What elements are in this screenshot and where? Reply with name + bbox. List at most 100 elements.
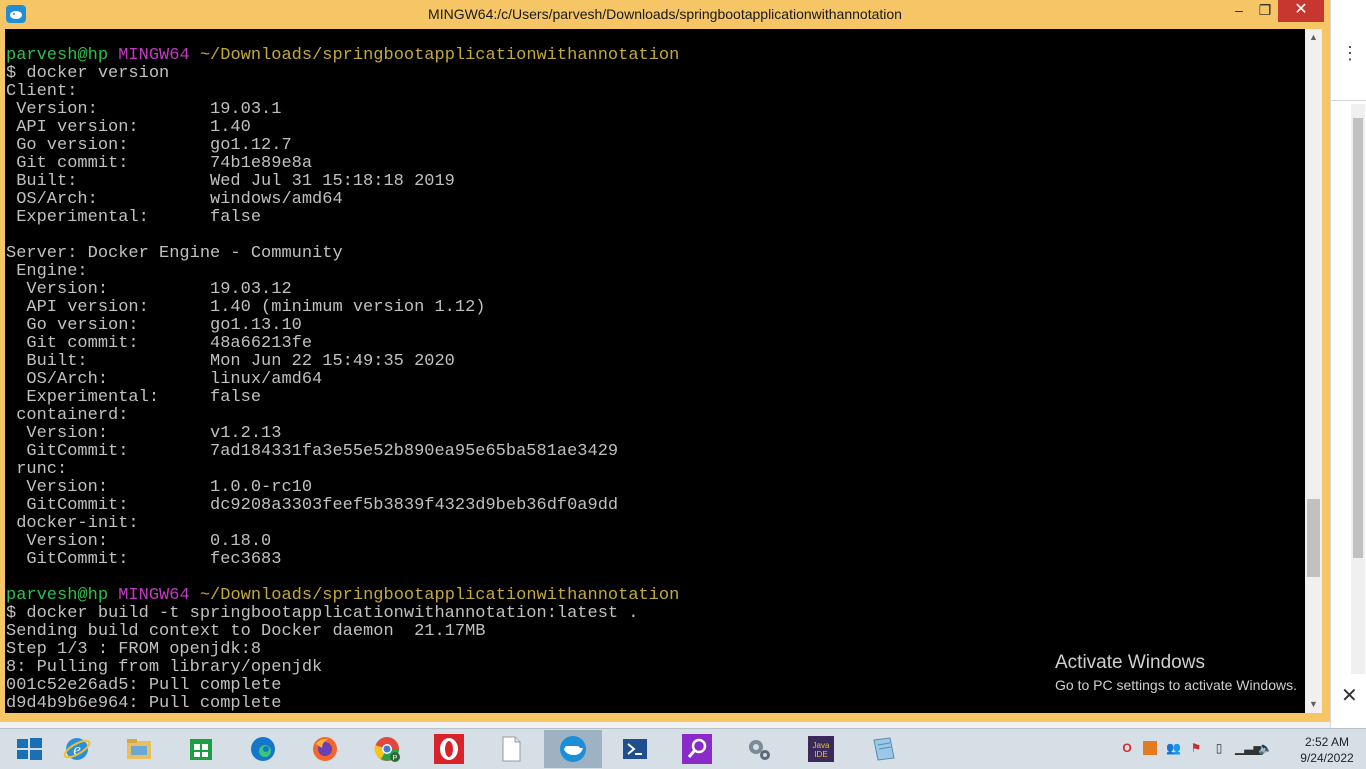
terminal-line: Experimental: false: [6, 208, 262, 227]
taskbar-chrome[interactable]: P: [358, 730, 416, 768]
terminal-line: 001c52e26ad5: Pull complete: [6, 676, 282, 695]
gear-icon: [744, 734, 774, 764]
taskbar-docker[interactable]: [544, 730, 602, 768]
svg-text:P: P: [393, 755, 398, 762]
taskbar-search[interactable]: [668, 730, 726, 768]
terminal-line: Step 1/3 : FROM openjdk:8: [6, 640, 262, 659]
prompt-host: MINGW64: [118, 46, 190, 65]
title-bar[interactable]: MINGW64:/c/Users/parvesh/Downloads/sprin…: [0, 0, 1330, 29]
clock[interactable]: 2:52 AM 9/24/2022: [1292, 734, 1362, 766]
chrome-icon: P: [372, 734, 402, 764]
document-icon: [496, 734, 526, 764]
watermark-title: Activate Windows: [1055, 652, 1205, 673]
terminal-line: Server: Docker Engine - Community: [6, 244, 343, 263]
people-tray-icon[interactable]: 👥: [1166, 741, 1181, 755]
store-icon: [186, 734, 216, 764]
taskbar: e P Java IDE O 👥 ⚑ ▯ ▁▃▅ 🔈 2:52 AM 9/24/202…: [0, 728, 1366, 769]
battery-tray-icon[interactable]: ▯: [1212, 741, 1226, 755]
terminal-line: Built: Wed Jul 31 15:18:18 2019: [6, 172, 455, 191]
taskbar-internet-explorer[interactable]: e: [48, 730, 106, 768]
taskbar-opera[interactable]: [420, 730, 478, 768]
terminal-line: Version: 19.03.1: [6, 100, 282, 119]
prompt-user: parvesh@hp: [6, 586, 109, 605]
scroll-down-arrow-icon[interactable]: ▼: [1305, 696, 1322, 713]
windows-logo-icon: [14, 734, 44, 764]
background-scrollbar-thumb[interactable]: [1353, 118, 1363, 558]
taskbar-notepad[interactable]: [854, 730, 912, 768]
terminal-line: Built: Mon Jun 22 15:49:35 2020: [6, 352, 455, 371]
svg-text:IDE: IDE: [814, 750, 827, 759]
file-explorer-icon: [124, 734, 154, 764]
taskbar-file-explorer[interactable]: [110, 730, 168, 768]
taskbar-store[interactable]: [172, 730, 230, 768]
terminal-line: Client:: [6, 82, 78, 101]
taskbar-settings[interactable]: [730, 730, 788, 768]
terminal-line: d9d4b9b6e964: Pull complete: [6, 694, 282, 713]
internet-explorer-icon: e: [62, 734, 92, 764]
terminal-line: Version: 1.0.0-rc10: [6, 478, 313, 497]
terminal-line: GitCommit: fec3683: [6, 550, 282, 569]
volume-tray-icon[interactable]: 🔈: [1258, 741, 1273, 755]
maximize-button[interactable]: ❐: [1252, 0, 1278, 22]
terminal-line: Engine:: [6, 262, 88, 281]
edge-icon: [248, 734, 278, 764]
terminal-output[interactable]: parvesh@hp MINGW64 ~/Downloads/springboo…: [5, 29, 1305, 713]
terminal-prompt-line: parvesh@hp MINGW64 ~/Downloads/springboo…: [6, 587, 679, 605]
window-title: MINGW64:/c/Users/parvesh/Downloads/sprin…: [428, 6, 902, 22]
terminal-line: docker-init:: [6, 514, 139, 533]
scrollbar-thumb[interactable]: [1307, 499, 1320, 577]
search-icon: [682, 734, 712, 764]
clock-date: 9/24/2022: [1300, 751, 1354, 765]
terminal-line: Version: 0.18.0: [6, 532, 272, 551]
opera-tray-icon[interactable]: O: [1120, 741, 1134, 755]
prompt-path: ~/Downloads/springbootapplicationwithann…: [199, 46, 680, 65]
docker-icon: [558, 734, 588, 764]
powershell-icon: [620, 734, 650, 764]
vertical-scrollbar[interactable]: ▲ ▼: [1305, 29, 1322, 713]
terminal-line: $ docker build -t springbootapplicationw…: [6, 604, 639, 623]
prompt-user: parvesh@hp: [6, 46, 109, 65]
terminal-line: OS/Arch: windows/amd64: [6, 190, 343, 209]
terminal-line: 8: Pulling from library/openjdk: [6, 658, 323, 677]
close-icon[interactable]: ✕: [1341, 686, 1358, 706]
terminal-line: runc:: [6, 460, 68, 479]
flag-tray-icon[interactable]: ⚑: [1189, 741, 1203, 755]
javaee-ide-icon: Java IDE: [806, 734, 836, 764]
java-tray-icon[interactable]: [1143, 741, 1157, 755]
terminal-window: MINGW64:/c/Users/parvesh/Downloads/sprin…: [0, 0, 1330, 722]
terminal-line: Go version: go1.13.10: [6, 316, 302, 335]
terminal-line: Version: v1.2.13: [6, 424, 282, 443]
taskbar-edge[interactable]: [234, 730, 292, 768]
background-window-edge: ⋮ ✕: [1330, 0, 1366, 728]
divider: [1331, 100, 1366, 101]
scroll-up-arrow-icon[interactable]: ▲: [1305, 29, 1322, 46]
terminal-lines: parvesh@hp MINGW64 ~/Downloads/springboo…: [6, 47, 679, 713]
terminal-line: Version: 19.03.12: [6, 280, 292, 299]
signal-tray-icon[interactable]: ▁▃▅: [1235, 741, 1263, 755]
terminal-line: API version: 1.40 (minimum version 1.12): [6, 298, 486, 317]
notepad-icon: [868, 734, 898, 764]
terminal-line: Experimental: false: [6, 388, 262, 407]
terminal-line: OS/Arch: linux/amd64: [6, 370, 323, 389]
terminal-line: containerd:: [6, 406, 129, 425]
activate-windows-watermark: Activate Windows Go to PC settings to ac…: [1055, 652, 1297, 694]
terminal-line: Go version: go1.12.7: [6, 136, 292, 155]
prompt-path: ~/Downloads/springbootapplicationwithann…: [199, 586, 680, 605]
svg-text:Java: Java: [813, 741, 830, 750]
terminal-line: GitCommit: dc9208a3303feef5b3839f4323d9b…: [6, 496, 619, 515]
taskbar-firefox[interactable]: [296, 730, 354, 768]
close-button[interactable]: ✕: [1278, 0, 1324, 22]
terminal-line: Git commit: 74b1e89e8a: [6, 154, 313, 173]
taskbar-document[interactable]: [482, 730, 540, 768]
opera-icon: [434, 734, 464, 764]
terminal-line: Git commit: 48a66213fe: [6, 334, 313, 353]
clock-time: 2:52 AM: [1304, 735, 1350, 749]
taskbar-powershell[interactable]: [606, 730, 664, 768]
minimize-button[interactable]: –: [1226, 0, 1252, 22]
kebab-menu-icon[interactable]: ⋮: [1341, 44, 1359, 62]
terminal-line: GitCommit: 7ad184331fa3e55e52b890ea95e65…: [6, 442, 619, 461]
taskbar-javaee-ide[interactable]: Java IDE: [792, 730, 850, 768]
firefox-icon: [310, 734, 340, 764]
